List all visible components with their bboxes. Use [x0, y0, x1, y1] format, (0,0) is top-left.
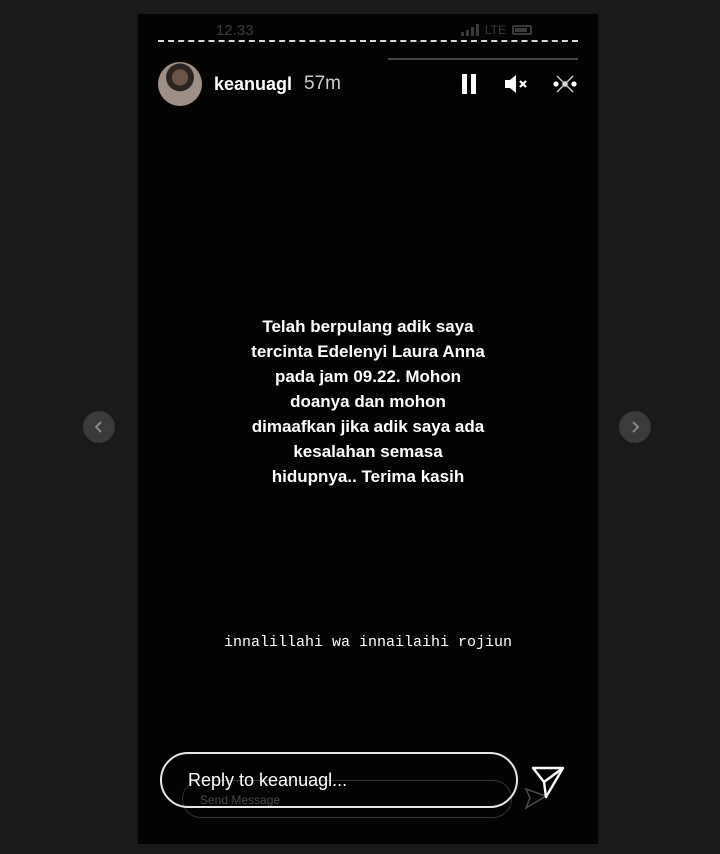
send-button[interactable]: [530, 764, 566, 800]
more-button[interactable]: [552, 71, 578, 97]
post-time: 57m: [304, 73, 341, 94]
next-story-button[interactable]: [619, 411, 651, 443]
more-icon: [553, 75, 577, 93]
story-viewer: 12.33 LTE keanuagl 57m Telah berpulang a…: [0, 0, 720, 854]
story-subtext: innalillahi wa innailaihi rojiun: [223, 634, 513, 651]
chevron-left-icon: [94, 421, 102, 433]
battery-icon: [512, 25, 532, 35]
story-message: Telah berpulang adik saya tercinta Edele…: [251, 317, 485, 486]
mute-button[interactable]: [504, 71, 530, 97]
send-icon: [531, 766, 565, 799]
story-header: keanuagl 57m: [158, 62, 578, 106]
speaker-muted-icon: [505, 75, 527, 93]
progress-ghost-line: [388, 58, 578, 60]
signal-icon: [460, 24, 479, 36]
pause-button[interactable]: [456, 71, 482, 97]
reply-placeholder: Reply to keanuagl...: [188, 769, 348, 790]
status-indicators: LTE: [460, 23, 532, 37]
username[interactable]: keanuagl: [214, 74, 292, 95]
pause-icon: [462, 74, 476, 94]
story-frame: 12.33 LTE keanuagl 57m Telah berpulang a…: [138, 14, 598, 844]
reply-input[interactable]: Reply to keanuagl...: [160, 752, 518, 808]
avatar[interactable]: [158, 62, 202, 106]
network-label: LTE: [484, 23, 506, 37]
status-time: 12.33: [216, 22, 254, 39]
previous-story-button[interactable]: [83, 411, 115, 443]
header-actions: [456, 71, 578, 97]
story-progress-bar: [158, 40, 578, 60]
progress-segments: [158, 40, 578, 42]
chevron-right-icon: [632, 421, 640, 433]
